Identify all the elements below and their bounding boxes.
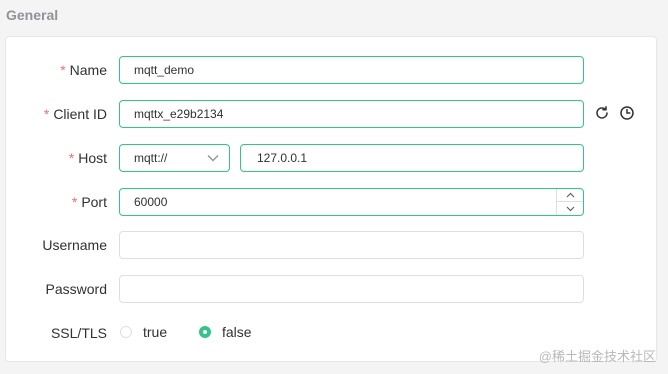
- ssl-tls-label: SSL/TLS: [50, 325, 107, 341]
- port-input[interactable]: 60000: [119, 188, 584, 216]
- host-label: * Host: [68, 150, 107, 166]
- port-label: * Port: [71, 194, 107, 210]
- radio-label: false: [222, 324, 252, 340]
- chevron-down-icon: [566, 206, 574, 211]
- section-title: General: [6, 7, 59, 23]
- required-mark: *: [68, 150, 75, 166]
- radio-label: true: [143, 324, 168, 340]
- watermark: @稀土掘金技术社区: [538, 349, 656, 364]
- ssl-false-radio[interactable]: false: [199, 324, 252, 340]
- radio-circle: [120, 326, 132, 338]
- required-mark: *: [43, 106, 50, 122]
- required-mark: *: [60, 62, 66, 78]
- password-input[interactable]: [119, 275, 584, 303]
- protocol-select-value: mqtt://: [134, 151, 168, 165]
- protocol-select[interactable]: mqtt://: [119, 144, 230, 172]
- username-label: Username: [42, 237, 107, 253]
- password-label: Password: [45, 281, 107, 297]
- chevron-down-icon: [207, 155, 219, 162]
- name-input[interactable]: mqtt_demo: [119, 56, 584, 84]
- chevron-up-icon: [566, 192, 574, 198]
- client-id-label: * Client ID: [43, 106, 107, 122]
- username-input[interactable]: [119, 231, 584, 259]
- ssl-true-radio[interactable]: true: [120, 324, 167, 340]
- name-label: * Name: [60, 62, 107, 78]
- port-stepper: [556, 189, 583, 215]
- port-increase-button[interactable]: [557, 189, 583, 202]
- host-input[interactable]: 127.0.0.1: [240, 144, 584, 172]
- clock-icon[interactable]: [619, 105, 635, 121]
- radio-circle: [199, 326, 211, 338]
- port-decrease-button[interactable]: [557, 202, 583, 215]
- port-value: 60000: [134, 195, 168, 209]
- required-mark: *: [71, 194, 78, 210]
- client-id-input[interactable]: mqttx_e29b2134: [119, 100, 584, 128]
- refresh-icon[interactable]: [594, 105, 610, 121]
